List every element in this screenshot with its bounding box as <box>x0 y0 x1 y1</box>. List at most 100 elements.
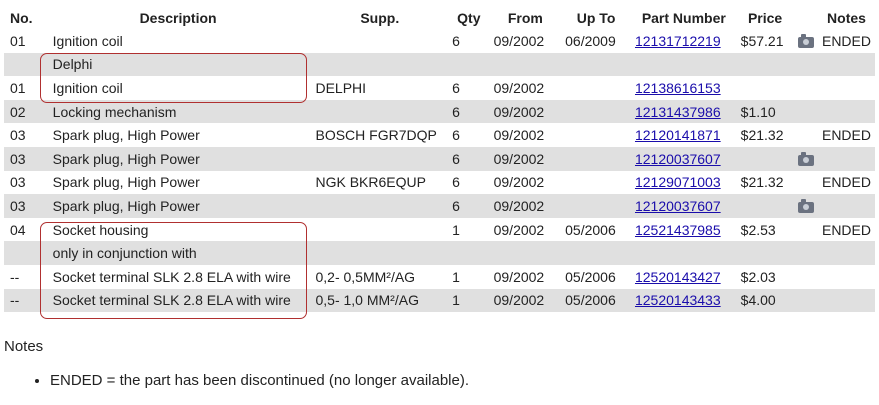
row-quantity: 6 <box>448 146 490 171</box>
row-part-number: 12520143433 <box>630 288 737 313</box>
row-part-number: 12131712219 <box>630 29 737 53</box>
row-number: 01 <box>4 76 45 100</box>
row-up-to-date <box>561 170 631 195</box>
row-from-date: 09/2002 <box>489 264 562 289</box>
row-note: ENDED <box>817 123 875 147</box>
row-quantity: 6 <box>448 99 490 124</box>
part-number-link[interactable]: 12521437985 <box>635 222 721 238</box>
camera-icon[interactable] <box>797 151 814 166</box>
row-description: Spark plug, High Power <box>44 123 312 147</box>
row-note <box>817 99 875 124</box>
row-supplier <box>311 194 449 218</box>
row-picture <box>793 264 818 289</box>
header-from: From <box>507 9 543 26</box>
row-part-number <box>630 241 737 265</box>
row-description-text: Socket housing <box>52 221 149 238</box>
row-from-date: 09/2002 <box>489 288 562 313</box>
row-supplier <box>311 29 449 53</box>
row-part-number: 12120037607 <box>630 194 737 218</box>
row-description: Socket terminal SLK 2.8 ELA with wire <box>44 264 312 289</box>
row-quantity: 6 <box>448 29 490 53</box>
table-row: 02 Locking mechanism 6 09/2002 12131437986 $1… <box>4 99 875 124</box>
row-up-to-date: 05/2006 <box>561 288 631 313</box>
row-quantity: 1 <box>448 288 490 313</box>
row-picture <box>793 123 818 147</box>
row-number: 03 <box>4 123 45 147</box>
row-picture <box>793 194 818 218</box>
row-up-to-date <box>561 241 631 265</box>
row-supplier <box>311 241 449 265</box>
row-description: Socket terminal SLK 2.8 ELA with wire <box>44 288 312 313</box>
row-price: $1.10 <box>736 99 794 124</box>
row-picture <box>793 76 818 100</box>
row-description: Spark plug, High Power <box>44 170 312 195</box>
row-price <box>736 241 794 265</box>
row-note <box>817 52 875 77</box>
row-from-date <box>489 52 562 77</box>
row-price: $21.32 <box>736 123 794 147</box>
row-picture <box>793 146 818 171</box>
table-header-row: No. Description Supp. Qty From Up To Par… <box>4 6 875 29</box>
notes-list: ENDED = the part has been discontinued (… <box>30 372 469 389</box>
row-up-to-date <box>561 146 631 171</box>
row-quantity <box>448 241 490 265</box>
row-part-number: 12120141871 <box>630 123 737 147</box>
header-supp: Supp. <box>360 9 400 26</box>
row-price <box>736 52 794 77</box>
row-from-date: 09/2002 <box>489 29 562 53</box>
part-number-link[interactable]: 12131712219 <box>635 33 721 49</box>
row-up-to-date <box>561 76 631 100</box>
row-part-number: 12131437986 <box>630 99 737 124</box>
notes-item: ENDED = the part has been discontinued (… <box>50 372 469 389</box>
row-description-text: only in conjunction with <box>52 245 197 262</box>
header-qty: Qty <box>457 9 481 26</box>
row-supplier <box>311 99 449 124</box>
row-description-text: Spark plug, High Power <box>52 197 200 214</box>
row-supplier: BOSCH FGR7DQP <box>311 123 449 147</box>
part-number-link[interactable]: 12120037607 <box>635 151 721 167</box>
table-row: 04 Socket housing 1 09/2002 05/2006 125214379… <box>4 217 875 242</box>
camera-icon[interactable] <box>797 33 814 48</box>
row-description-text: Locking mechanism <box>52 103 177 120</box>
part-number-link[interactable]: 12131437986 <box>635 104 721 120</box>
part-number-link[interactable]: 12129071003 <box>635 174 721 190</box>
row-supplier <box>311 146 449 171</box>
row-part-number <box>630 52 737 77</box>
row-picture <box>793 217 818 242</box>
camera-icon[interactable] <box>797 198 814 213</box>
row-description: Ignition coil <box>44 76 312 100</box>
row-from-date: 09/2002 <box>489 217 562 242</box>
table-row: 01 Ignition coil DELPHI 6 09/2002 12138616153 <box>4 76 875 100</box>
row-price: $2.53 <box>736 217 794 242</box>
row-supplier <box>311 217 449 242</box>
row-price: $2.03 <box>736 264 794 289</box>
row-number: 04 <box>4 217 45 242</box>
header-part-number: Part Number <box>641 9 726 26</box>
row-description-text: Ignition coil <box>52 32 123 49</box>
row-price <box>736 146 794 171</box>
row-quantity: 6 <box>448 123 490 147</box>
row-quantity <box>448 52 490 77</box>
part-number-link[interactable]: 12120141871 <box>635 127 721 143</box>
header-price: Price <box>747 9 783 26</box>
parts-table: No. Description Supp. Qty From Up To Par… <box>4 6 875 313</box>
table-row: 03 Spark plug, High Power 6 09/2002 12120037… <box>4 146 875 171</box>
part-number-link[interactable]: 12520143433 <box>635 292 721 308</box>
row-note: ENDED <box>817 217 875 242</box>
table-row: 01 Ignition coil 6 09/2002 06/2009 1213171221… <box>4 29 875 53</box>
row-up-to-date: 05/2006 <box>561 217 631 242</box>
table-row: Delphi <box>4 52 875 77</box>
row-price: $4.00 <box>736 288 794 313</box>
row-description-text: Socket terminal SLK 2.8 ELA with wire <box>52 292 291 309</box>
row-description: Socket housing <box>44 217 312 242</box>
row-from-date: 09/2002 <box>489 99 562 124</box>
part-number-link[interactable]: 12120037607 <box>635 198 721 214</box>
row-picture <box>793 241 818 265</box>
row-quantity: 6 <box>448 76 490 100</box>
part-number-link[interactable]: 12520143427 <box>635 269 721 285</box>
row-from-date: 09/2002 <box>489 194 562 218</box>
header-description: Description <box>139 9 217 26</box>
row-picture <box>793 288 818 313</box>
part-number-link[interactable]: 12138616153 <box>635 80 721 96</box>
row-description: only in conjunction with <box>44 241 312 265</box>
